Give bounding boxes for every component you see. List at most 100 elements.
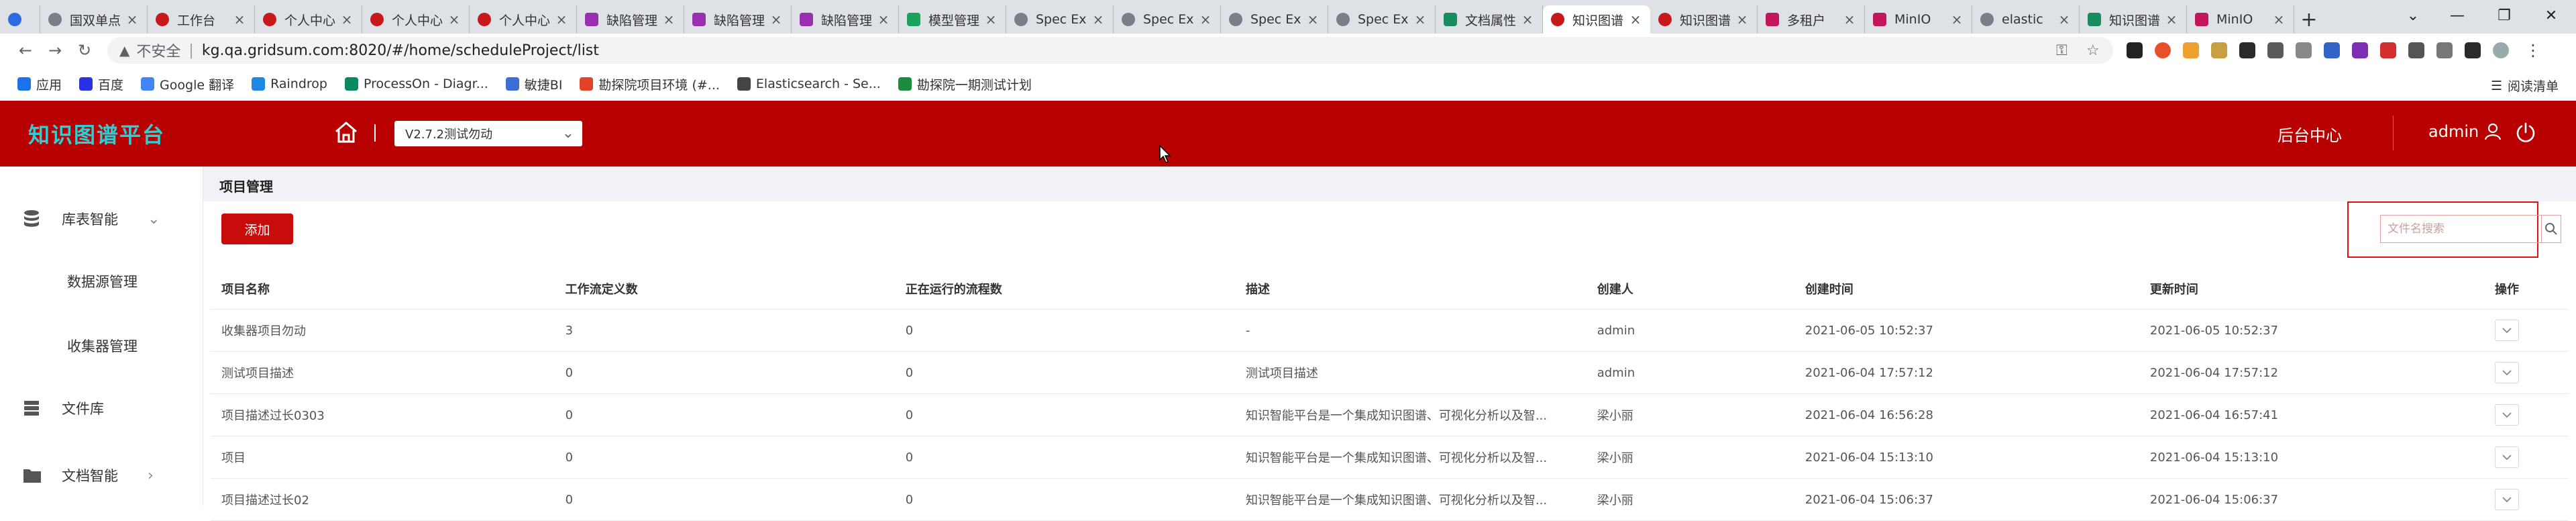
row-actions-dropdown[interactable] [2495, 362, 2520, 383]
tab-search-icon[interactable]: ⌄ [2391, 0, 2435, 31]
extension-icon[interactable] [2352, 42, 2368, 58]
tab-close-icon[interactable]: × [2056, 11, 2072, 28]
tab-close-icon[interactable]: × [231, 11, 248, 28]
table-row[interactable]: 项目 0 0 知识智能平台是一个集成知识图谱、可视化分析以及智... 梁小丽 2021-0… [211, 436, 2569, 479]
puzzle-icon[interactable] [2436, 42, 2453, 58]
table-row[interactable]: 测试项目描述 0 0 测试项目描述 admin 2021-06-04 17:57:12 20… [211, 351, 2569, 394]
table-row[interactable]: 项目描述过长0303 0 0 知识智能平台是一个集成知识图谱、可视化分析以及智... 梁… [211, 393, 2569, 436]
menu-icon[interactable]: ⋮ [2525, 42, 2541, 58]
extension-icon[interactable] [2155, 42, 2171, 58]
table-row[interactable]: 收集器项目勿动 3 0- admin 2021-06-05 10:52:37 2021-0… [211, 309, 2569, 352]
reload-icon[interactable]: ↻ [70, 36, 99, 65]
project-select[interactable]: V2.7.2测试勿动 ⌄ [394, 121, 582, 146]
extension-icon[interactable] [2127, 42, 2143, 58]
tab-close-icon[interactable]: × [1090, 11, 1106, 28]
browser-tab[interactable]: 国双单点 × [40, 5, 148, 34]
bookmark-item[interactable]: Google 翻译 [141, 75, 234, 93]
tab-close-icon[interactable]: × [1734, 11, 1750, 28]
browser-tab[interactable]: MinIO × [1865, 5, 1972, 34]
backend-center-link[interactable]: 后台中心 [2277, 122, 2342, 146]
bookmark-item[interactable]: 勘探院项目环境 (#... [580, 75, 720, 93]
tab-close-icon[interactable]: × [1841, 11, 1858, 28]
tab-close-icon[interactable]: × [2163, 11, 2180, 28]
row-actions-dropdown[interactable] [2495, 446, 2520, 468]
bookmark-item[interactable]: ProcessOn - Diagr... [344, 77, 488, 91]
browser-tab[interactable]: 缺陷管理 × [684, 5, 792, 34]
bookmark-item[interactable]: Elasticsearch - Se... [737, 77, 881, 91]
star-icon[interactable]: ☆ [2086, 42, 2100, 59]
browser-tab[interactable]: 缺陷管理 × [577, 5, 684, 34]
back-icon[interactable]: ← [11, 36, 40, 65]
browser-tab[interactable]: MinIO × [2187, 5, 2294, 34]
tab-close-icon[interactable]: × [1949, 11, 1965, 28]
window-close-icon[interactable]: ✕ [2529, 0, 2573, 31]
user-menu[interactable]: admin [2428, 122, 2502, 141]
browser-tab[interactable]: 知识图谱 × [1543, 5, 1650, 34]
row-actions-dropdown[interactable] [2495, 404, 2520, 426]
home-icon[interactable] [333, 120, 359, 145]
extension-icon[interactable] [2267, 42, 2284, 58]
browser-tab[interactable]: 多租户 × [1758, 5, 1865, 34]
tab-close-icon[interactable]: × [1627, 11, 1644, 28]
search-button[interactable] [2541, 216, 2561, 242]
tab-close-icon[interactable]: × [1519, 11, 1536, 28]
add-project-button[interactable]: 添加 [221, 214, 293, 244]
tab-close-icon[interactable]: × [661, 11, 677, 28]
sidebar-group-file-library[interactable]: 文件库 [0, 388, 203, 428]
forward-icon[interactable]: → [40, 36, 70, 65]
sidebar-group-doc-intelligence[interactable]: 文档智能 › [0, 455, 203, 495]
browser-tab[interactable]: 知识图谱 × [2080, 5, 2187, 34]
sidebar-item-collector[interactable]: 收集器管理 [67, 336, 138, 356]
tab-close-icon[interactable]: × [1197, 11, 1214, 28]
tab-close-icon[interactable]: × [983, 11, 999, 28]
browser-tab[interactable]: 模型管理 × [899, 5, 1006, 34]
browser-tab[interactable] [0, 5, 40, 34]
extension-icon[interactable] [2408, 42, 2424, 58]
profile-avatar[interactable] [2493, 42, 2509, 58]
bookmark-item[interactable]: 应用 [17, 75, 62, 93]
reading-list[interactable]: ☰ 阅读清单 [2491, 77, 2559, 95]
tab-close-icon[interactable]: × [1412, 11, 1428, 28]
new-tab-button[interactable]: + [2294, 5, 2324, 34]
extension-icon[interactable] [2324, 42, 2340, 58]
table-row[interactable]: 项目描述过长02 0 0 知识智能平台是一个集成知识图谱、可视化分析以及智... 梁小丽… [211, 478, 2569, 521]
app-logo[interactable]: 知识图谱平台 [28, 118, 165, 149]
bookmark-item[interactable]: Raindrop [252, 77, 327, 91]
browser-tab[interactable]: elastic × [1972, 5, 2080, 34]
browser-tab[interactable]: 缺陷管理 × [792, 5, 899, 34]
row-actions-dropdown[interactable] [2495, 320, 2520, 341]
browser-tab[interactable]: 个人中心 × [362, 5, 470, 34]
address-bar[interactable]: ▲ 不安全 | kg.qa.gridsum.com:8020/#/home/sc… [107, 37, 2113, 64]
tab-close-icon[interactable]: × [875, 11, 892, 28]
browser-tab[interactable]: 知识图谱 × [1650, 5, 1758, 34]
tab-close-icon[interactable]: × [1305, 11, 1321, 28]
logout-icon[interactable] [2514, 121, 2537, 144]
restore-icon[interactable]: ❐ [2482, 0, 2526, 31]
tab-close-icon[interactable]: × [768, 11, 784, 28]
tab-close-icon[interactable]: × [339, 11, 355, 28]
tab-close-icon[interactable]: × [124, 11, 140, 28]
sidebar-item-datasource[interactable]: 数据源管理 [67, 271, 138, 291]
bookmark-item[interactable]: 敏捷BI [505, 75, 562, 93]
browser-tab[interactable]: 个人中心 × [255, 5, 362, 34]
bookmark-item[interactable]: 勘探院一期测试计划 [898, 75, 1032, 93]
extension-icon[interactable] [2183, 42, 2199, 58]
browser-tab[interactable]: Spec Ex × [1328, 5, 1436, 34]
key-icon[interactable]: ⚿ [2056, 42, 2068, 59]
extension-icon[interactable] [2239, 42, 2255, 58]
extension-icon[interactable] [2465, 42, 2481, 58]
tab-close-icon[interactable]: × [446, 11, 462, 28]
extension-icon[interactable] [2211, 42, 2227, 58]
browser-tab[interactable]: Spec Ex × [1221, 5, 1328, 34]
browser-tab[interactable]: Spec Ex × [1114, 5, 1221, 34]
browser-tab[interactable]: 工作台 × [148, 5, 255, 34]
extension-icon[interactable] [2296, 42, 2312, 58]
tab-close-icon[interactable]: × [2271, 11, 2287, 28]
extension-icon[interactable] [2380, 42, 2396, 58]
search-input[interactable] [2381, 216, 2541, 242]
browser-tab[interactable]: 个人中心 × [470, 5, 577, 34]
row-actions-dropdown[interactable] [2495, 489, 2520, 510]
browser-tab[interactable]: Spec Ex × [1006, 5, 1114, 34]
tab-close-icon[interactable]: × [553, 11, 570, 28]
minimize-icon[interactable]: — [2435, 0, 2479, 31]
